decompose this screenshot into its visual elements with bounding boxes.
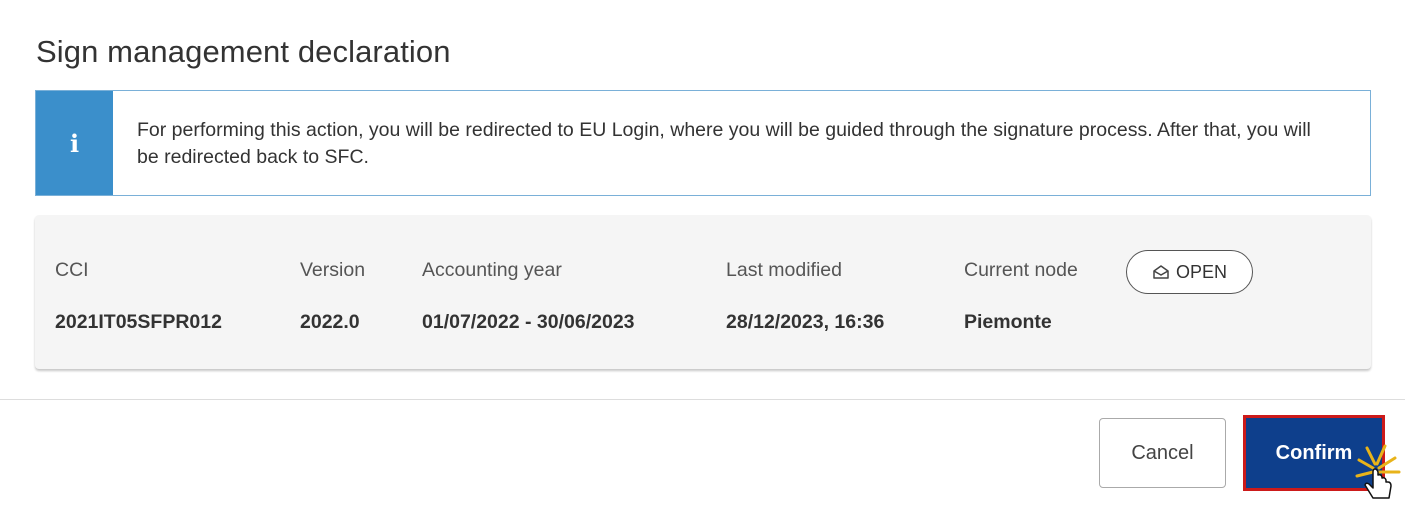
accounting-year-label: Accounting year — [422, 259, 562, 281]
last-modified-field: Last modified 28/12/2023, 16:36 — [726, 259, 884, 334]
info-message-text: For performing this action, you will be … — [137, 119, 1311, 168]
declaration-details-card: CCI 2021IT05SFPR012 Version 2022.0 Accou… — [35, 215, 1371, 369]
accounting-year-field: Accounting year 01/07/2022 - 30/06/2023 — [422, 259, 635, 334]
version-value: 2022.0 — [300, 311, 360, 333]
version-label: Version — [300, 259, 366, 281]
cancel-button[interactable]: Cancel — [1099, 418, 1226, 488]
version-field: Version 2022.0 — [300, 259, 365, 334]
info-message: i For performing this action, you will b… — [35, 90, 1371, 196]
footer-divider — [0, 399, 1405, 400]
status-badge-label: OPEN — [1175, 261, 1227, 282]
open-envelope-icon — [1153, 265, 1169, 279]
cci-value: 2021IT05SFPR012 — [55, 311, 222, 333]
last-modified-label: Last modified — [726, 259, 842, 281]
current-node-value: Piemonte — [964, 311, 1052, 333]
current-node-label: Current node — [964, 259, 1078, 281]
cci-label: CCI — [55, 259, 89, 281]
info-icon: i — [69, 128, 80, 158]
accounting-year-value: 01/07/2022 - 30/06/2023 — [422, 311, 635, 333]
click-cursor-icon — [1355, 444, 1401, 499]
dialog-title: Sign management declaration — [36, 34, 451, 69]
sign-declaration-dialog: Sign management declaration i For perfor… — [0, 0, 1405, 505]
cci-field: CCI 2021IT05SFPR012 — [55, 259, 222, 334]
info-icon-panel: i — [36, 91, 113, 195]
last-modified-value: 28/12/2023, 16:36 — [726, 311, 885, 333]
current-node-field: Current node Piemonte — [964, 259, 1078, 334]
status-badge: OPEN — [1126, 250, 1253, 294]
